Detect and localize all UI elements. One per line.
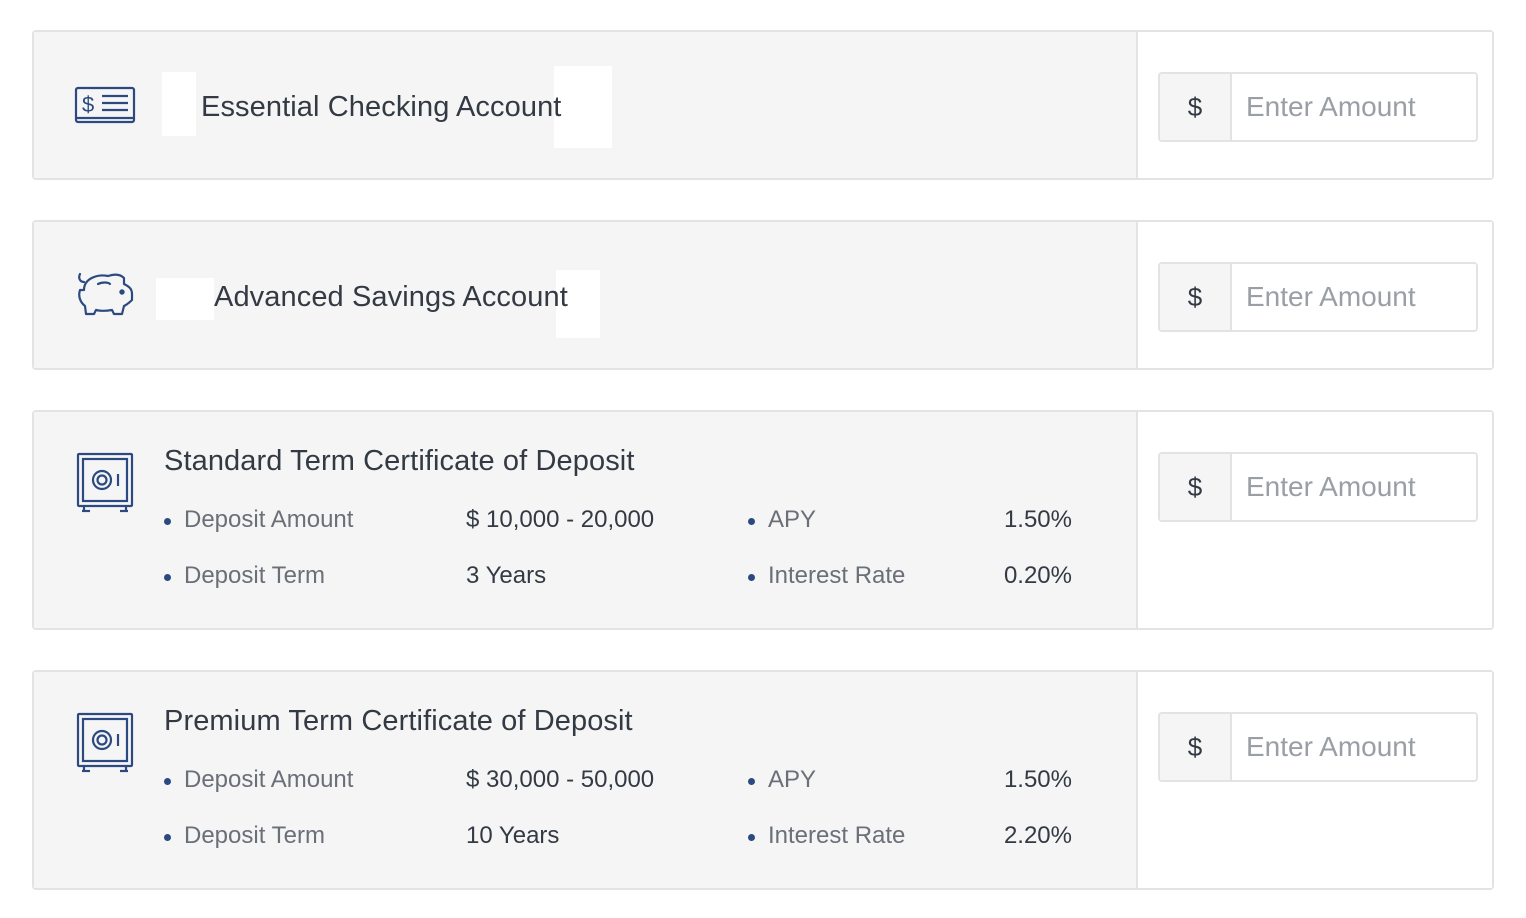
redaction-block xyxy=(554,66,612,148)
detail-value-deposit-term: 3 Years xyxy=(466,562,547,589)
piggy-bank-icon xyxy=(74,264,136,326)
account-card-essential-checking: $ Essential Checking Account $ xyxy=(32,30,1494,180)
detail-label-deposit-term: Deposit Term xyxy=(164,821,466,851)
detail-value-deposit-amount: $ 30,000 - 50,000 xyxy=(466,766,655,793)
amount-input[interactable] xyxy=(1232,264,1476,330)
account-title: Essential Checking Account xyxy=(201,91,562,123)
amount-input-group: $ xyxy=(1158,452,1478,522)
currency-prefix: $ xyxy=(1160,74,1232,140)
detail-value-deposit-term: 10 Years xyxy=(466,822,560,849)
redaction-block xyxy=(156,278,214,320)
account-details: Deposit Amount $ 10,000 - 20,000 APY 1.5… xyxy=(164,505,1072,591)
safe-icon xyxy=(74,452,136,514)
account-info-panel: Premium Term Certificate of Deposit Depo… xyxy=(34,672,1138,888)
currency-prefix: $ xyxy=(1160,454,1232,520)
safe-icon xyxy=(74,712,136,774)
check-icon: $ xyxy=(74,74,136,136)
redaction-block xyxy=(162,72,196,136)
amount-input-group: $ xyxy=(1158,712,1478,782)
account-card-premium-term-cd: Premium Term Certificate of Deposit Depo… xyxy=(32,670,1494,890)
amount-input[interactable] xyxy=(1232,714,1476,780)
account-title: Premium Term Certificate of Deposit xyxy=(164,705,633,737)
account-title: Advanced Savings Account xyxy=(214,281,568,313)
amount-panel: $ xyxy=(1138,222,1492,368)
account-title: Standard Term Certificate of Deposit xyxy=(164,445,635,477)
currency-prefix: $ xyxy=(1160,714,1232,780)
detail-value-apy: 1.50% xyxy=(1003,506,1072,533)
detail-label-deposit-amount: Deposit Amount xyxy=(164,505,466,535)
detail-value-deposit-amount: $ 10,000 - 20,000 xyxy=(466,506,655,533)
detail-value-interest-rate: 2.20% xyxy=(1003,822,1072,849)
detail-label-deposit-amount: Deposit Amount xyxy=(164,765,466,795)
detail-label-apy: APY xyxy=(748,505,992,535)
detail-label-apy: APY xyxy=(748,765,992,795)
account-card-standard-term-cd: Standard Term Certificate of Deposit Dep… xyxy=(32,410,1494,630)
detail-label-deposit-term: Deposit Term xyxy=(164,561,466,591)
detail-value-interest-rate: 0.20% xyxy=(1003,562,1072,589)
amount-panel: $ xyxy=(1138,32,1492,178)
account-card-advanced-savings: Advanced Savings Account $ xyxy=(32,220,1494,370)
account-info-panel: Advanced Savings Account xyxy=(34,222,1138,368)
amount-input[interactable] xyxy=(1232,454,1476,520)
amount-panel: $ xyxy=(1138,672,1492,888)
account-info-panel: $ Essential Checking Account xyxy=(34,32,1138,178)
amount-input[interactable] xyxy=(1232,74,1476,140)
detail-label-interest-rate: Interest Rate xyxy=(748,821,992,851)
svg-text:$: $ xyxy=(82,92,94,117)
amount-input-group: $ xyxy=(1158,262,1478,332)
detail-label-interest-rate: Interest Rate xyxy=(748,561,992,591)
currency-prefix: $ xyxy=(1160,264,1232,330)
account-details: Deposit Amount $ 30,000 - 50,000 APY 1.5… xyxy=(164,765,1072,851)
detail-value-apy: 1.50% xyxy=(1003,766,1072,793)
amount-input-group: $ xyxy=(1158,72,1478,142)
amount-panel: $ xyxy=(1138,412,1492,628)
account-info-panel: Standard Term Certificate of Deposit Dep… xyxy=(34,412,1138,628)
